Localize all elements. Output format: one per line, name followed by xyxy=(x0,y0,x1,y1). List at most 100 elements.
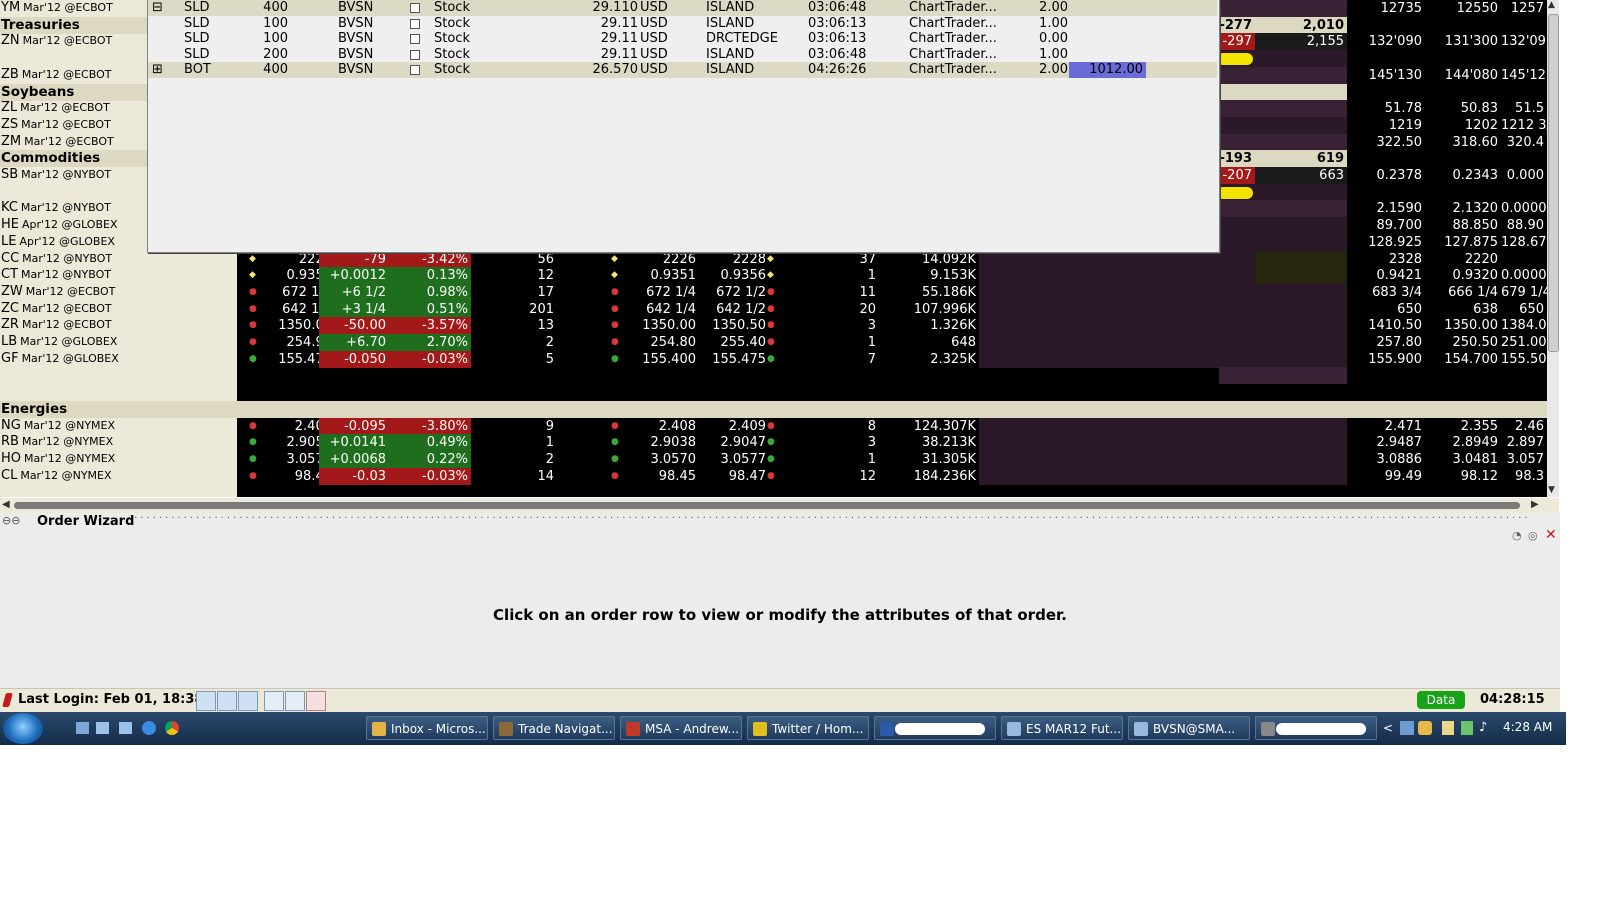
layout-icon[interactable] xyxy=(196,691,216,711)
taskbar-button[interactable] xyxy=(874,716,996,740)
trade-row[interactable]: SLD 100 BVSN Stock 29.11 USD DRCTEDGE 03:06:13 C… xyxy=(148,31,1217,47)
trade-row[interactable]: SLD 200 BVSN Stock 29.11 USD ISLAND 03:06:48 Cha… xyxy=(148,47,1217,63)
quote-row[interactable]: ● 155.475 -0.050 -0.03% 5 ● 155.400 155.475 ● 7 2.… xyxy=(237,350,1547,368)
tray-security-icon[interactable] xyxy=(1461,721,1473,735)
change-percent: 0.98% xyxy=(389,283,471,301)
high-price: 132'090 xyxy=(1368,34,1422,50)
contract-expiry: Mar'12 @ECBOT xyxy=(23,1,113,14)
tray-volume-icon[interactable]: ♪ xyxy=(1479,720,1487,735)
app-icon xyxy=(753,722,767,736)
close-price: 0.0000 xyxy=(1501,268,1547,284)
low-price: 50.83 xyxy=(1460,101,1498,117)
tray-expand-icon[interactable]: < xyxy=(1383,721,1393,735)
symbol-code: ZM xyxy=(1,133,22,149)
taskbar-button[interactable]: BVSN@SMA... xyxy=(1128,716,1250,740)
tick-dot-icon: ◆ xyxy=(767,253,774,264)
change: -79 xyxy=(319,250,389,268)
trade-price: 29.11 xyxy=(600,31,638,47)
alert-icon[interactable] xyxy=(306,691,326,711)
trade-row[interactable]: ⊞ BOT 400 BVSN Stock 26.570 USD ISLAND 04:26:26 C… xyxy=(148,62,1217,79)
window-switch-icon[interactable] xyxy=(119,722,132,734)
symbol-row[interactable]: LB Mar'12 @GLOBEX xyxy=(0,334,237,351)
quote-row[interactable]: ● 642 1/4 +3 1/4 0.51% 201 ● 642 1/4 642 1/2 ● 20… xyxy=(237,300,1547,318)
trade-checkbox[interactable] xyxy=(410,18,420,29)
low-price: 666 1/4 xyxy=(1448,284,1498,300)
trade-acct: ChartTrader... xyxy=(909,0,997,15)
quicklaunch-icon[interactable] xyxy=(76,722,89,734)
drag-handle[interactable]: ········································… xyxy=(128,513,1528,524)
trade-tree[interactable]: ⊟ xyxy=(152,0,163,16)
quote-row[interactable]: ● 672 1/2 +6 1/2 0.98% 17 ● 672 1/4 672 1/2 ● 11 5… xyxy=(237,283,1547,301)
quote-row[interactable]: ● 254.90 +6.70 2.70% 2 ● 254.80 255.40 ● 1 648 257.… xyxy=(237,334,1547,351)
redaction-mark xyxy=(895,723,985,735)
trade-checkbox[interactable] xyxy=(410,3,420,13)
symbol-code: CT xyxy=(1,267,19,283)
tick-dot-icon: ● xyxy=(611,286,619,297)
quote-row[interactable]: ● 2.9050 +0.0141 0.49% 1 ● 2.9038 2.9047 ● 3 38.21… xyxy=(237,434,1547,452)
quote-row[interactable]: ◆ 0.9352 +0.0012 0.13% 12 ◆ 0.9351 0.9356 ◆ 1 9.15… xyxy=(237,267,1547,285)
taskbar-button[interactable]: MSA - Andrew... xyxy=(620,716,742,740)
taskbar-button[interactable]: ES MAR12 Fut... xyxy=(1001,716,1123,740)
start-button[interactable] xyxy=(3,713,43,744)
ie-icon[interactable] xyxy=(142,721,156,735)
scroll-right-arrow-icon[interactable]: ▶ xyxy=(1531,499,1539,510)
line-chart-icon[interactable] xyxy=(264,691,284,711)
vertical-scrollbar[interactable]: ▲ ▼ xyxy=(1547,0,1559,497)
scroll-down-arrow-icon[interactable]: ▼ xyxy=(1548,485,1558,495)
trade-checkbox[interactable] xyxy=(410,65,420,76)
high-price: 2.9487 xyxy=(1376,435,1423,451)
quote-row[interactable]: ● 3.0577 +0.0068 0.22% 2 ● 3.0570 3.0577 ● 1 31.30… xyxy=(237,450,1547,468)
chrome-icon[interactable] xyxy=(165,721,179,735)
symbol-row[interactable]: GF Mar'12 @GLOBEX xyxy=(0,351,237,368)
trade-row[interactable]: SLD 100 BVSN Stock 29.11 USD ISLAND 03:06:13 Cha… xyxy=(148,16,1217,32)
bar-chart-icon[interactable] xyxy=(238,691,258,711)
refresh-icon[interactable]: ◔ xyxy=(1512,529,1522,542)
tick-dot-icon: ● xyxy=(767,353,775,364)
trade-tree[interactable]: ⊞ xyxy=(152,62,163,78)
close-icon[interactable]: ✕ xyxy=(1545,527,1557,543)
quote-row[interactable]: ● 1350.00 -50.00 -3.57% 13 ● 1350.00 1350.50 ● 3 1… xyxy=(237,317,1547,335)
bid-size: 56 xyxy=(537,251,554,267)
quote-row[interactable]: ● 2.408 -0.095 -3.80% 9 ● 2.408 2.409 ● 8 124.307K… xyxy=(237,417,1547,435)
trade-row[interactable]: ⊟ SLD 400 BVSN Stock 29.110 USD ISLAND 03:06:48 C… xyxy=(148,0,1217,16)
taskbar-button[interactable] xyxy=(1255,716,1377,740)
collapse-icon[interactable]: ⊖⊖ xyxy=(2,514,20,527)
tray-mail-icon[interactable] xyxy=(1418,721,1432,735)
order-wizard-message: Click on an order row to view or modify … xyxy=(493,606,1067,624)
symbol-row[interactable]: RB Mar'12 @NYMEX xyxy=(0,434,237,451)
tray-network-icon[interactable] xyxy=(1400,721,1414,735)
taskbar-button[interactable]: Twitter / Hom... xyxy=(747,716,869,740)
horizontal-scrollbar[interactable]: ◀ ▶ xyxy=(0,498,1559,513)
trade-checkbox[interactable] xyxy=(410,49,420,60)
quote-row[interactable]: ● 98.45 -0.03 -0.03% 14 ● 98.45 98.47 ● 12 184.236… xyxy=(237,467,1547,485)
app-icon xyxy=(1134,722,1148,736)
grid-icon[interactable] xyxy=(217,691,237,711)
contract-expiry: Mar'12 @ECBOT xyxy=(24,134,114,148)
symbol-row[interactable]: ZR Mar'12 @ECBOT xyxy=(0,317,237,334)
desktop-icon[interactable] xyxy=(96,722,109,734)
symbol-row[interactable]: CT Mar'12 @NYBOT xyxy=(0,267,237,284)
quote-row[interactable]: ◆ 2228 -79 -3.42% 56 ◆ 2226 2228 ◆ 37 14.092K 2328 2… xyxy=(237,250,1547,268)
tray-battery-icon[interactable] xyxy=(1442,721,1454,735)
low-price: 638 xyxy=(1473,301,1498,317)
symbol-row[interactable]: ZW Mar'12 @ECBOT xyxy=(0,284,237,301)
taskbar-button[interactable]: Inbox - Micros... xyxy=(366,716,488,740)
tick-dot-icon: ● xyxy=(611,320,619,331)
scroll-thumb[interactable] xyxy=(1548,14,1559,352)
scroll-left-arrow-icon[interactable]: ◀ xyxy=(2,499,10,510)
scroll-up-arrow-icon[interactable]: ▲ xyxy=(1548,0,1558,10)
taskbar-button[interactable]: Trade Navigat... xyxy=(493,716,615,740)
horizontal-scroll-thumb[interactable] xyxy=(14,502,1520,509)
symbol-row[interactable]: NG Mar'12 @NYMEX xyxy=(0,418,237,435)
trend-icon[interactable] xyxy=(285,691,305,711)
symbol-row[interactable]: ZC Mar'12 @ECBOT xyxy=(0,301,237,318)
trade-type: Stock xyxy=(434,15,470,31)
symbol-row[interactable]: CC Mar'12 @NYBOT xyxy=(0,251,237,268)
trade-checkbox[interactable] xyxy=(410,34,420,45)
settings-icon[interactable]: ◎ xyxy=(1528,529,1538,542)
low-price: 98.12 xyxy=(1460,468,1498,484)
tick-dot-icon: ◆ xyxy=(611,253,618,264)
symbol-row[interactable]: HO Mar'12 @NYMEX xyxy=(0,451,237,468)
symbol-row[interactable]: CL Mar'12 @NYMEX xyxy=(0,468,237,485)
tray-clock[interactable]: 4:28 AM xyxy=(1503,720,1552,734)
